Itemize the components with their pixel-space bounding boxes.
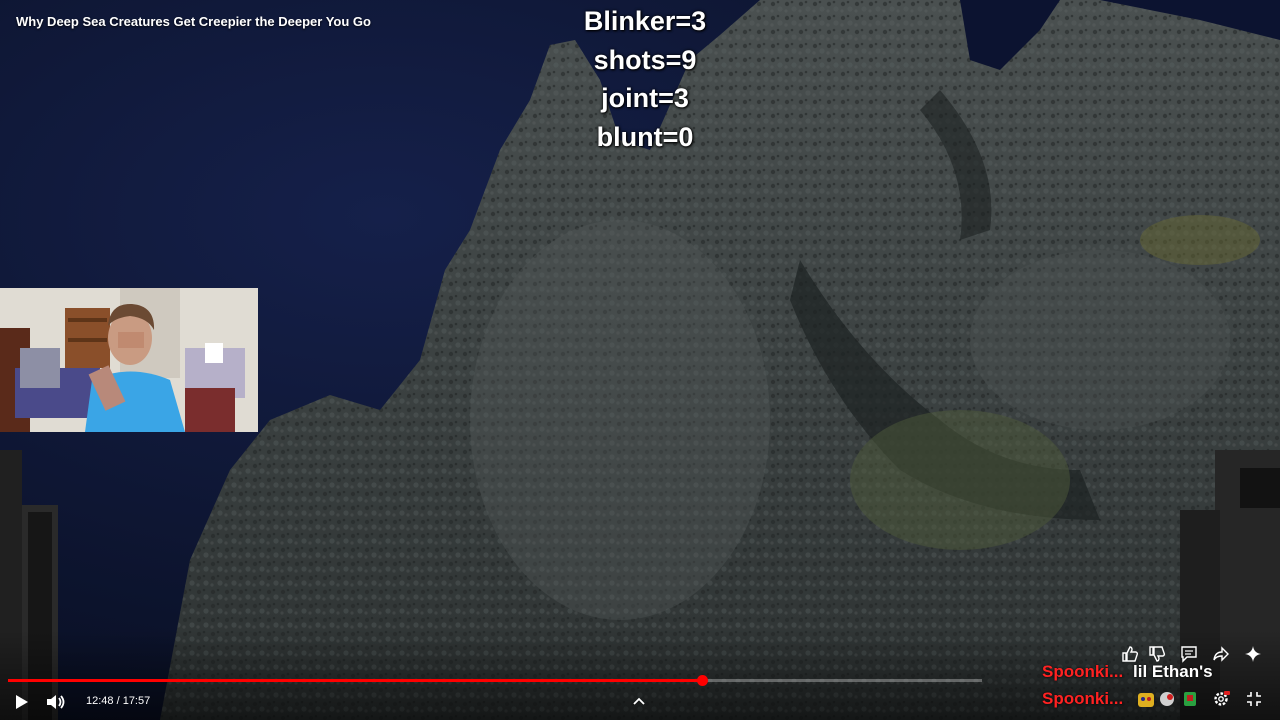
webcam-overlay	[0, 288, 258, 432]
emoji-sticker-1	[1137, 690, 1155, 708]
progress-fill	[8, 679, 703, 682]
thumbs-down-icon	[1149, 646, 1166, 662]
emoji-sticker-2	[1158, 690, 1176, 708]
sparkle-icon	[1245, 646, 1261, 662]
chevron-up-icon	[633, 697, 645, 705]
settings-button[interactable]	[1212, 690, 1230, 708]
play-icon	[16, 695, 28, 709]
counter-line-joint: joint=3	[601, 83, 689, 113]
gear-icon	[1214, 691, 1230, 706]
face-sticker-icon	[1160, 692, 1174, 706]
thumbs-up-icon	[1122, 646, 1139, 662]
emoji-sticker-3	[1181, 690, 1199, 708]
badge-sticker-icon	[1184, 692, 1196, 706]
sparkle-button[interactable]	[1244, 645, 1262, 663]
counter-line-blunt: blunt=0	[596, 121, 694, 152]
chat-name-label-3: Spoonki...	[1042, 689, 1124, 708]
comments-button[interactable]	[1180, 645, 1198, 663]
webcam-scene	[0, 288, 258, 432]
play-button[interactable]	[12, 692, 32, 712]
comment-icon	[1181, 646, 1197, 663]
counter-line-shots: shots=9	[593, 44, 697, 75]
volume-button[interactable]	[45, 692, 67, 712]
share-icon	[1213, 646, 1229, 662]
avatar-sticker-icon	[1138, 693, 1154, 707]
progress-bar[interactable]	[8, 675, 982, 686]
video-title: Why Deep Sea Creatures Get Creepier the …	[16, 14, 371, 29]
chevron-up-button[interactable]	[630, 694, 648, 708]
dislike-button[interactable]	[1148, 645, 1166, 663]
volume-icon	[47, 695, 65, 709]
exit-fullscreen-icon	[1247, 692, 1261, 706]
chat-name-label-1: Spoonki...	[1042, 662, 1124, 681]
exit-fullscreen-button[interactable]	[1245, 690, 1263, 708]
time-display: 12:48 / 17:57	[86, 695, 151, 707]
like-button[interactable]	[1121, 645, 1139, 663]
counter-line-blinker: Blinker=3	[583, 6, 707, 36]
overlay-counter: Blinker=3 shots=9 joint=3 blunt=0	[560, 2, 730, 156]
chat-name-label-2: lil Ethan's	[1133, 662, 1213, 681]
share-button[interactable]	[1212, 645, 1230, 663]
